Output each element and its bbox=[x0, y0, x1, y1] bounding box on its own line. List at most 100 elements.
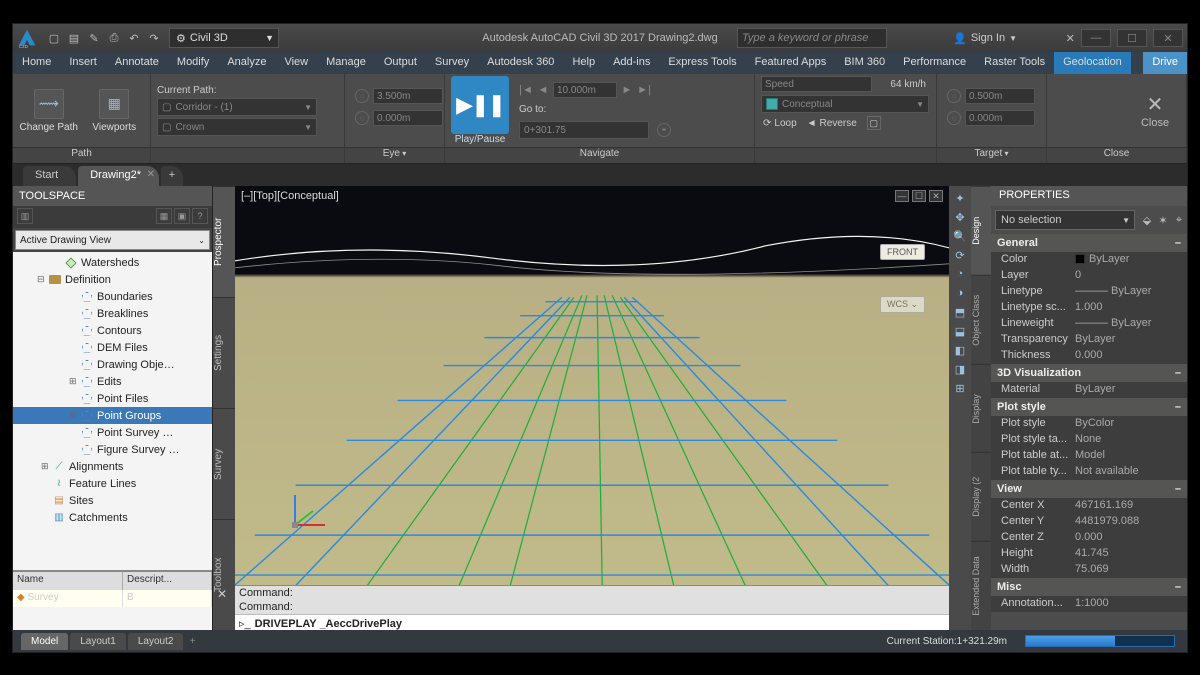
nav-a-icon[interactable]: ⬒ bbox=[952, 304, 968, 320]
qat-redo-icon[interactable]: ↷ bbox=[145, 29, 163, 47]
prop-height[interactable]: Height41.745 bbox=[991, 546, 1187, 562]
vtab-prospector[interactable]: Prospector bbox=[213, 186, 235, 297]
layout-add[interactable]: + bbox=[189, 636, 195, 647]
viewport[interactable]: [–][Top][Conceptual] — ☐ ✕ FRONT WCS ⌄ bbox=[235, 186, 949, 585]
app-icon[interactable]: C3D bbox=[13, 24, 41, 52]
pg-3d-visualization[interactable]: 3D Visualization– bbox=[991, 364, 1187, 382]
rtab-display-[interactable]: Display (2 bbox=[971, 452, 991, 541]
close-button[interactable]: ✕ bbox=[1153, 29, 1183, 47]
tree-drawing-obje-[interactable]: Drawing Obje… bbox=[13, 356, 212, 373]
tree-alignments[interactable]: ⊞⟋Alignments bbox=[13, 458, 212, 475]
menu-analyze[interactable]: Analyze bbox=[218, 52, 275, 74]
menu-express-tools[interactable]: Express Tools bbox=[659, 52, 745, 74]
change-path-button[interactable]: ⟿ Change Path bbox=[19, 78, 79, 144]
viewports-button[interactable]: ▦ Viewports bbox=[85, 78, 145, 144]
prop-center-z[interactable]: Center Z0.000 bbox=[991, 530, 1187, 546]
target-bot-field[interactable]: 0.000m bbox=[965, 110, 1035, 126]
target-top-field[interactable]: 0.500m bbox=[965, 88, 1035, 104]
tree-edits[interactable]: ⊞Edits bbox=[13, 373, 212, 390]
reverse-toggle[interactable]: ◄Reverse bbox=[807, 116, 857, 130]
nav-compass-icon[interactable]: ◑ bbox=[952, 285, 968, 301]
target-orb-top-icon[interactable]: ◌ bbox=[947, 89, 961, 103]
visual-style-dropdown[interactable]: Conceptual▼ bbox=[761, 95, 929, 113]
tab-close-icon[interactable]: ✕ bbox=[147, 169, 155, 180]
step-value-field[interactable]: 10.000m bbox=[553, 82, 617, 98]
prop-width[interactable]: Width75.069 bbox=[991, 562, 1187, 578]
grid-row-survey[interactable]: ◆ Survey B bbox=[13, 590, 212, 607]
qat-save-icon[interactable]: ✎ bbox=[85, 29, 103, 47]
pg-plot-style[interactable]: Plot style– bbox=[991, 398, 1187, 416]
step-last-icon[interactable]: ►| bbox=[637, 84, 651, 96]
settings-small-icon[interactable]: ▢ bbox=[867, 116, 881, 130]
quickselect-icon[interactable]: ⬙ bbox=[1139, 214, 1155, 227]
prop-plot-table-ty-[interactable]: Plot table ty...Not available bbox=[991, 464, 1187, 480]
tree-point-groups[interactable]: ⊞Point Groups bbox=[13, 407, 212, 424]
eye-bot-field[interactable]: 0.000m bbox=[373, 110, 443, 126]
menu-performance[interactable]: Performance bbox=[894, 52, 975, 74]
layout-tab-layout1[interactable]: Layout1 bbox=[70, 633, 126, 650]
nav-d-icon[interactable]: ◨ bbox=[952, 361, 968, 377]
select-sim-icon[interactable]: ✶ bbox=[1155, 214, 1171, 227]
rtab-design[interactable]: Design bbox=[971, 186, 991, 275]
prop-lineweight[interactable]: Lineweight——— ByLayer bbox=[991, 316, 1187, 332]
panel-target-title[interactable]: Target bbox=[937, 147, 1046, 163]
menu-bim-360[interactable]: BIM 360 bbox=[835, 52, 894, 74]
nav-orbit-icon[interactable]: ⟳ bbox=[952, 247, 968, 263]
path-bottom-field[interactable]: ▢Crown▼ bbox=[157, 118, 317, 136]
menu-add-ins[interactable]: Add-ins bbox=[604, 52, 659, 74]
tree-sites[interactable]: ▤Sites bbox=[13, 492, 212, 509]
menu-help[interactable]: Help bbox=[563, 52, 604, 74]
prop-plot-table-at-[interactable]: Plot table at...Model bbox=[991, 448, 1187, 464]
menu-raster-tools[interactable]: Raster Tools bbox=[975, 52, 1054, 74]
toolspace-view-dropdown[interactable]: Active Drawing View⌄ bbox=[15, 230, 210, 250]
prop-layer[interactable]: Layer0 bbox=[991, 268, 1187, 284]
tab-add[interactable]: + bbox=[161, 166, 183, 186]
tree-point-survey-[interactable]: Point Survey … bbox=[13, 424, 212, 441]
path-top-field[interactable]: ▢Corridor - (1)▼ bbox=[157, 98, 317, 116]
tree-figure-survey-[interactable]: Figure Survey … bbox=[13, 441, 212, 458]
layout-tab-model[interactable]: Model bbox=[21, 633, 68, 650]
panel-eye-title[interactable]: Eye bbox=[345, 147, 444, 163]
toolspace-tree[interactable]: Watersheds⊟DefinitionBoundariesBreakline… bbox=[13, 252, 212, 570]
menu-autodesk-360[interactable]: Autodesk 360 bbox=[478, 52, 563, 74]
prop-thickness[interactable]: Thickness0.000 bbox=[991, 348, 1187, 364]
pg-view[interactable]: View– bbox=[991, 480, 1187, 498]
nav-wheel-icon[interactable]: ✦ bbox=[952, 190, 968, 206]
prop-center-x[interactable]: Center X467161.169 bbox=[991, 498, 1187, 514]
tree-feature-lines[interactable]: ≀Feature Lines bbox=[13, 475, 212, 492]
eye-orb-bot-icon[interactable]: ◌ bbox=[355, 111, 369, 125]
prop-plot-style-ta-[interactable]: Plot style ta...None bbox=[991, 432, 1187, 448]
nav-walk-icon[interactable]: ◔ bbox=[952, 266, 968, 282]
prop-annotation-[interactable]: Annotation...1:1000 bbox=[991, 596, 1187, 612]
qat-saveas-icon[interactable]: ⎙ bbox=[105, 29, 123, 47]
tree-catchments[interactable]: ▥Catchments bbox=[13, 509, 212, 526]
tree-point-files[interactable]: Point Files bbox=[13, 390, 212, 407]
tab-drawing[interactable]: Drawing2*✕ bbox=[78, 166, 159, 186]
goto-pick-icon[interactable]: ⌖ bbox=[657, 123, 671, 137]
tree-breaklines[interactable]: Breaklines bbox=[13, 305, 212, 322]
maximize-button[interactable]: ☐ bbox=[1117, 29, 1147, 47]
ts-tool-2-icon[interactable]: ▦ bbox=[156, 208, 172, 224]
menu-survey[interactable]: Survey bbox=[426, 52, 478, 74]
prop-transparency[interactable]: TransparencyByLayer bbox=[991, 332, 1187, 348]
qat-open-icon[interactable]: ▤ bbox=[65, 29, 83, 47]
signin-button[interactable]: 👤 Sign In ▼ bbox=[953, 32, 1017, 45]
rtab-object-class[interactable]: Object Class bbox=[971, 275, 991, 364]
menu-output[interactable]: Output bbox=[375, 52, 426, 74]
close-drive-button[interactable]: ✕ Close bbox=[1130, 92, 1180, 129]
layout-tab-layout2[interactable]: Layout2 bbox=[128, 633, 184, 650]
menu-home[interactable]: Home bbox=[13, 52, 60, 74]
pick-icon[interactable]: ⌖ bbox=[1171, 214, 1187, 227]
eye-top-field[interactable]: 3.500m bbox=[373, 88, 443, 104]
nav-c-icon[interactable]: ◧ bbox=[952, 342, 968, 358]
menu-modify[interactable]: Modify bbox=[168, 52, 218, 74]
exchange-icon[interactable]: ✕ bbox=[1066, 32, 1075, 45]
ts-tool-help-icon[interactable]: ? bbox=[192, 208, 208, 224]
menu-featured-apps[interactable]: Featured Apps bbox=[746, 52, 836, 74]
help-search[interactable]: Type a keyword or phrase bbox=[737, 28, 887, 48]
menu-geolocation[interactable]: Geolocation bbox=[1054, 52, 1131, 74]
prop-plot-style[interactable]: Plot styleByColor bbox=[991, 416, 1187, 432]
prop-material[interactable]: MaterialByLayer bbox=[991, 382, 1187, 398]
goto-field[interactable]: 0+301.75 bbox=[519, 121, 649, 139]
step-fwd-icon[interactable]: ► bbox=[620, 84, 634, 96]
